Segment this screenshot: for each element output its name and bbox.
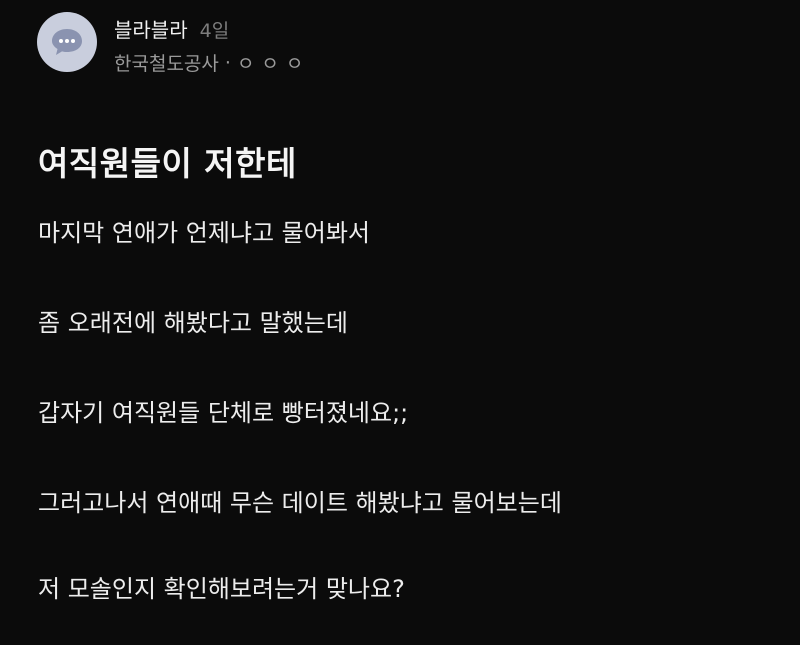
post-body-line: 저 모솔인지 확인해보려는거 맞나요? [38, 575, 405, 603]
company-row: 한국철도공사 · ㅇㅇㅇ [114, 49, 310, 76]
post-meta: 블라블라 4일 한국철도공사 · ㅇㅇㅇ [114, 14, 310, 76]
company-name[interactable]: 한국철도공사 [114, 49, 219, 76]
post-title: 여직원들이 저한테 [38, 144, 297, 183]
masked-nickname: ㅇㅇㅇ [236, 53, 311, 75]
post-body-line: 갑자기 여직원들 단체로 빵터졌네요;; [38, 399, 409, 427]
meta-separator: · [224, 51, 231, 74]
post-header: 블라블라 4일 한국철도공사 · ㅇㅇㅇ [37, 12, 310, 76]
post-time: 4일 [199, 20, 230, 42]
post-body-line: 마지막 연애가 언제냐고 물어봐서 [38, 219, 371, 247]
chat-bubble-icon [52, 29, 82, 55]
post-body-line: 좀 오래전에 해봤다고 말했는데 [38, 309, 348, 337]
post-body-line: 그러고나서 연애때 무슨 데이트 해봤냐고 물어보는데 [38, 489, 562, 517]
author-row: 블라블라 4일 [114, 14, 310, 43]
author-name[interactable]: 블라블라 [114, 14, 188, 43]
avatar[interactable] [37, 12, 97, 72]
